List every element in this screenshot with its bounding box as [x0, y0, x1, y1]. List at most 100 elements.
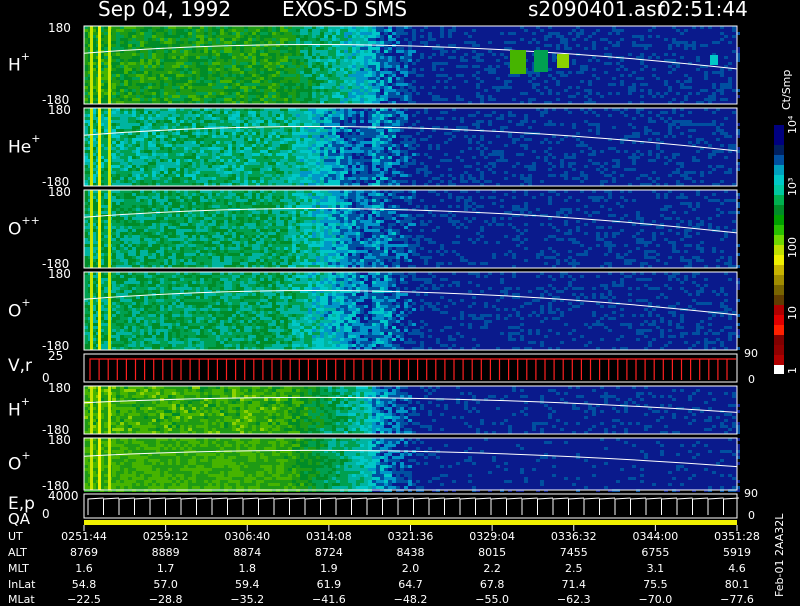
colorbar-segment-17	[774, 195, 784, 205]
footer-inlat-0: 54.8	[56, 579, 112, 590]
panel-2-ymax: 180	[48, 186, 71, 198]
footer-inlat-3: 61.9	[301, 579, 357, 590]
panel-7-rmax: 90	[744, 488, 758, 499]
panel-label-6-charge: +	[21, 449, 30, 462]
footer-row-label-mlt: MLT	[8, 563, 29, 574]
panel-label-5-text: H	[8, 401, 21, 421]
ep-background	[84, 494, 737, 518]
panel-6-streak-0	[90, 438, 93, 490]
panel-label-6-text: O	[8, 455, 21, 475]
colorbar-segment-8	[774, 284, 784, 294]
panel-5-streak-0	[90, 386, 93, 434]
colorbar-segment-2	[774, 344, 784, 354]
panel-label-2-text: O	[8, 220, 21, 240]
footer-inlat-7: 75.5	[627, 579, 683, 590]
colorbar-segment-20	[774, 165, 784, 175]
footer-alt-2: 8874	[219, 547, 275, 558]
panel-5-streak-1	[98, 386, 101, 434]
colorbar-tick-0: 1	[786, 367, 799, 374]
panel-7-ymin: 0	[42, 508, 50, 520]
footer-ut-8: 0351:28	[709, 531, 765, 542]
footer-ut-4: 0321:36	[383, 531, 439, 542]
footer-ut-6: 0336:32	[546, 531, 602, 542]
footer-alt-8: 5919	[709, 547, 765, 558]
panel-3-streak-1	[98, 272, 101, 350]
colorbar-segment-3	[774, 334, 784, 344]
panel-6-streak-1	[98, 438, 101, 490]
panel-0-streak-0	[90, 26, 93, 104]
panel-label-0: H+	[8, 55, 30, 75]
panel-1-streak-1	[98, 108, 101, 186]
footer-row-label-alt: ALT	[8, 547, 27, 558]
colorbar-segment-16	[774, 205, 784, 215]
footer-alt-0: 8769	[56, 547, 112, 558]
footer-mlt-0: 1.6	[56, 563, 112, 574]
colorbar-segment-7	[774, 294, 784, 304]
footer-ut-7: 0344:00	[627, 531, 683, 542]
footer-row-label-ut: UT	[8, 531, 23, 542]
h-patch-0	[510, 50, 526, 74]
colorbar-segment-10	[774, 264, 784, 274]
colorbar-segment-1	[774, 354, 784, 364]
footer-ut-1: 0259:12	[138, 531, 194, 542]
panel-label-1: He+	[8, 137, 40, 157]
qa-label: QA	[8, 512, 30, 527]
footer-inlat-8: 80.1	[709, 579, 765, 590]
panel-5-streak-2	[108, 386, 111, 434]
footer-mlt-3: 1.9	[301, 563, 357, 574]
panel-1-streak-2	[108, 108, 111, 186]
panel-1-streak-0	[90, 108, 93, 186]
footer-mlt-1: 1.7	[138, 563, 194, 574]
colorbar	[774, 125, 784, 374]
spectrogram-plot	[0, 0, 800, 600]
colorbar-segment-21	[774, 155, 784, 165]
colorbar-segment-13	[774, 235, 784, 245]
panel-label-4: V,r	[8, 358, 32, 375]
colorbar-segment-9	[774, 274, 784, 284]
panel-5-ymax: 180	[48, 382, 71, 394]
footer-alt-4: 8438	[383, 547, 439, 558]
h-patch-1	[534, 50, 548, 72]
panel-4-rmin: 0	[748, 374, 755, 385]
panel-0-streak-2	[108, 26, 111, 104]
panel-label-1-charge: +	[31, 132, 40, 145]
panel-7-rmin: 0	[748, 510, 755, 521]
panel-3-streak-0	[90, 272, 93, 350]
panel-2-streak-2	[108, 190, 111, 268]
footer-ut-2: 0306:40	[219, 531, 275, 542]
footer-mlt-4: 2.0	[383, 563, 439, 574]
footer-inlat-6: 71.4	[546, 579, 602, 590]
panel-label-3-text: O	[8, 302, 21, 322]
footer-alt-1: 8889	[138, 547, 194, 558]
qa-bar	[84, 520, 737, 525]
footer-alt-5: 8015	[464, 547, 520, 558]
footer-inlat-2: 59.4	[219, 579, 275, 590]
colorbar-segment-6	[774, 304, 784, 314]
footer-alt-3: 8724	[301, 547, 357, 558]
panel-4-ymax: 25	[48, 350, 63, 362]
footer-row-label-inlat: InLat	[8, 579, 35, 590]
panel-2-streak-1	[98, 190, 101, 268]
colorbar-segment-24	[774, 125, 784, 135]
footer-ut-5: 0329:04	[464, 531, 520, 542]
panel-4-rmax: 90	[744, 348, 758, 359]
side-id: Feb-01 2AA32L	[773, 514, 786, 597]
panel-label-3: O+	[8, 301, 31, 321]
panel-3-streak-2	[108, 272, 111, 350]
h-patch-3	[710, 55, 718, 65]
footer-inlat-1: 57.0	[138, 579, 194, 590]
colorbar-segment-14	[774, 225, 784, 235]
colorbar-tick-2: 100	[786, 237, 799, 258]
colorbar-segment-5	[774, 314, 784, 324]
panel-label-2-charge: ++	[21, 214, 39, 227]
panel-label-0-text: H	[8, 56, 21, 76]
footer-mlt-7: 3.1	[627, 563, 683, 574]
panel-6-streak-2	[108, 438, 111, 490]
colorbar-tick-4: 10⁴	[786, 116, 799, 134]
footer-mlt-2: 1.8	[219, 563, 275, 574]
footer-mlt-5: 2.2	[464, 563, 520, 574]
panel-label-5-charge: +	[21, 395, 30, 408]
panel-0-ymax: 180	[48, 22, 71, 34]
footer-mlt-8: 4.6	[709, 563, 765, 574]
panel-label-5: H+	[8, 400, 30, 420]
